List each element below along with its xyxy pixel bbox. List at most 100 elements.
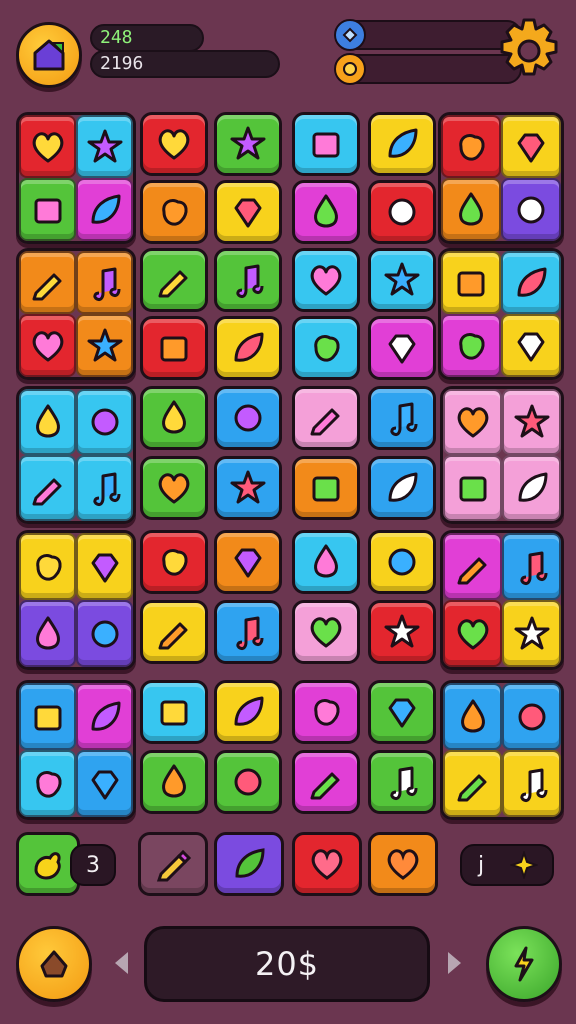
board-tile[interactable] — [214, 600, 282, 664]
board-tile[interactable] — [76, 178, 133, 241]
tray-tile-heart-red[interactable] — [292, 832, 362, 896]
board-tile[interactable] — [19, 455, 76, 521]
board-tile[interactable] — [214, 530, 282, 594]
settings-button[interactable] — [494, 14, 564, 88]
board-tile[interactable] — [501, 178, 561, 241]
board-tile[interactable] — [19, 533, 76, 600]
board-tile[interactable] — [368, 316, 436, 380]
board-tile[interactable] — [214, 386, 282, 450]
note-icon — [92, 472, 120, 506]
board-tile[interactable] — [76, 115, 133, 178]
board-tile[interactable] — [368, 680, 436, 744]
board-tile[interactable] — [443, 455, 502, 521]
tray-tile-leaf[interactable] — [214, 832, 284, 896]
board-tile[interactable] — [368, 180, 436, 244]
pencil-icon — [457, 774, 486, 801]
board-tile[interactable] — [214, 180, 282, 244]
boost-button[interactable] — [486, 926, 562, 1002]
note-icon — [390, 766, 418, 800]
board-tile[interactable] — [214, 456, 282, 520]
board-tile[interactable] — [140, 112, 208, 176]
board-tile[interactable] — [76, 251, 133, 314]
board-tile[interactable] — [502, 683, 561, 750]
blob-icon — [162, 198, 188, 226]
board-tile[interactable] — [443, 389, 502, 455]
board-tile[interactable] — [368, 248, 436, 312]
board-tile[interactable] — [19, 251, 76, 314]
board-tile[interactable] — [214, 316, 282, 380]
hint-button[interactable] — [16, 926, 92, 1002]
board-tile[interactable] — [292, 530, 360, 594]
board-tile[interactable] — [443, 683, 502, 750]
board-tile[interactable] — [368, 386, 436, 450]
board-tile[interactable] — [19, 750, 76, 817]
board-tile[interactable] — [441, 115, 501, 178]
tile-group — [438, 248, 564, 380]
board-tile[interactable] — [502, 750, 561, 817]
board-tile[interactable] — [76, 600, 133, 667]
board-tile[interactable] — [19, 600, 76, 667]
board-tile[interactable] — [502, 389, 561, 455]
board-tile[interactable] — [140, 530, 208, 594]
board-tile[interactable] — [214, 750, 282, 814]
board-tile[interactable] — [292, 456, 360, 520]
board-tile[interactable] — [140, 180, 208, 244]
board-tile[interactable] — [292, 248, 360, 312]
board-tile[interactable] — [76, 455, 133, 521]
board-tile[interactable] — [140, 456, 208, 520]
board-tile[interactable] — [140, 600, 208, 664]
board-tile[interactable] — [443, 600, 502, 667]
board-tile[interactable] — [19, 389, 76, 455]
board-tile[interactable] — [292, 316, 360, 380]
star-icon — [514, 404, 549, 438]
board-tile[interactable] — [140, 680, 208, 744]
board-tile[interactable] — [19, 314, 76, 377]
board-tile[interactable] — [368, 750, 436, 814]
tray-tile-pencil[interactable] — [138, 832, 208, 896]
board-tile[interactable] — [368, 112, 436, 176]
home-button[interactable] — [16, 22, 82, 88]
board-tile[interactable] — [140, 316, 208, 380]
board-tile[interactable] — [214, 248, 282, 312]
board-tile[interactable] — [502, 455, 561, 521]
board-tile[interactable] — [76, 314, 133, 377]
board-tile[interactable] — [292, 600, 360, 664]
previous-arrow[interactable] — [110, 948, 134, 978]
board-tile[interactable] — [76, 683, 133, 750]
board-tile[interactable] — [441, 251, 501, 314]
board-tile[interactable] — [140, 248, 208, 312]
board-tile[interactable] — [76, 389, 133, 455]
board-tile[interactable] — [502, 600, 561, 667]
board-tile[interactable] — [501, 115, 561, 178]
board-tile[interactable] — [292, 112, 360, 176]
box-icon — [312, 476, 340, 502]
heart-icon — [310, 265, 342, 296]
board-tile[interactable] — [214, 112, 282, 176]
board-tile[interactable] — [76, 533, 133, 600]
board-tile[interactable] — [502, 533, 561, 600]
board-tile[interactable] — [501, 314, 561, 377]
board-tile[interactable] — [443, 750, 502, 817]
board-tile[interactable] — [292, 386, 360, 450]
board-tile[interactable] — [292, 680, 360, 744]
board-tile[interactable] — [19, 683, 76, 750]
board-tile[interactable] — [19, 178, 76, 241]
board-tile[interactable] — [441, 314, 501, 377]
board-tile[interactable] — [368, 456, 436, 520]
tray-tile-heart-orange[interactable] — [368, 832, 438, 896]
board-tile[interactable] — [443, 533, 502, 600]
leaf-icon — [518, 472, 547, 502]
board-tile[interactable] — [140, 386, 208, 450]
board-tile[interactable] — [501, 251, 561, 314]
board-tile[interactable] — [76, 750, 133, 817]
board-tile[interactable] — [292, 750, 360, 814]
board-tile[interactable] — [368, 600, 436, 664]
board-tile[interactable] — [19, 115, 76, 178]
board-tile[interactable] — [368, 530, 436, 594]
blob-icon — [35, 553, 62, 581]
board-tile[interactable] — [441, 178, 501, 241]
next-arrow[interactable] — [442, 948, 466, 978]
board-tile[interactable] — [214, 680, 282, 744]
board-tile[interactable] — [140, 750, 208, 814]
board-tile[interactable] — [292, 180, 360, 244]
